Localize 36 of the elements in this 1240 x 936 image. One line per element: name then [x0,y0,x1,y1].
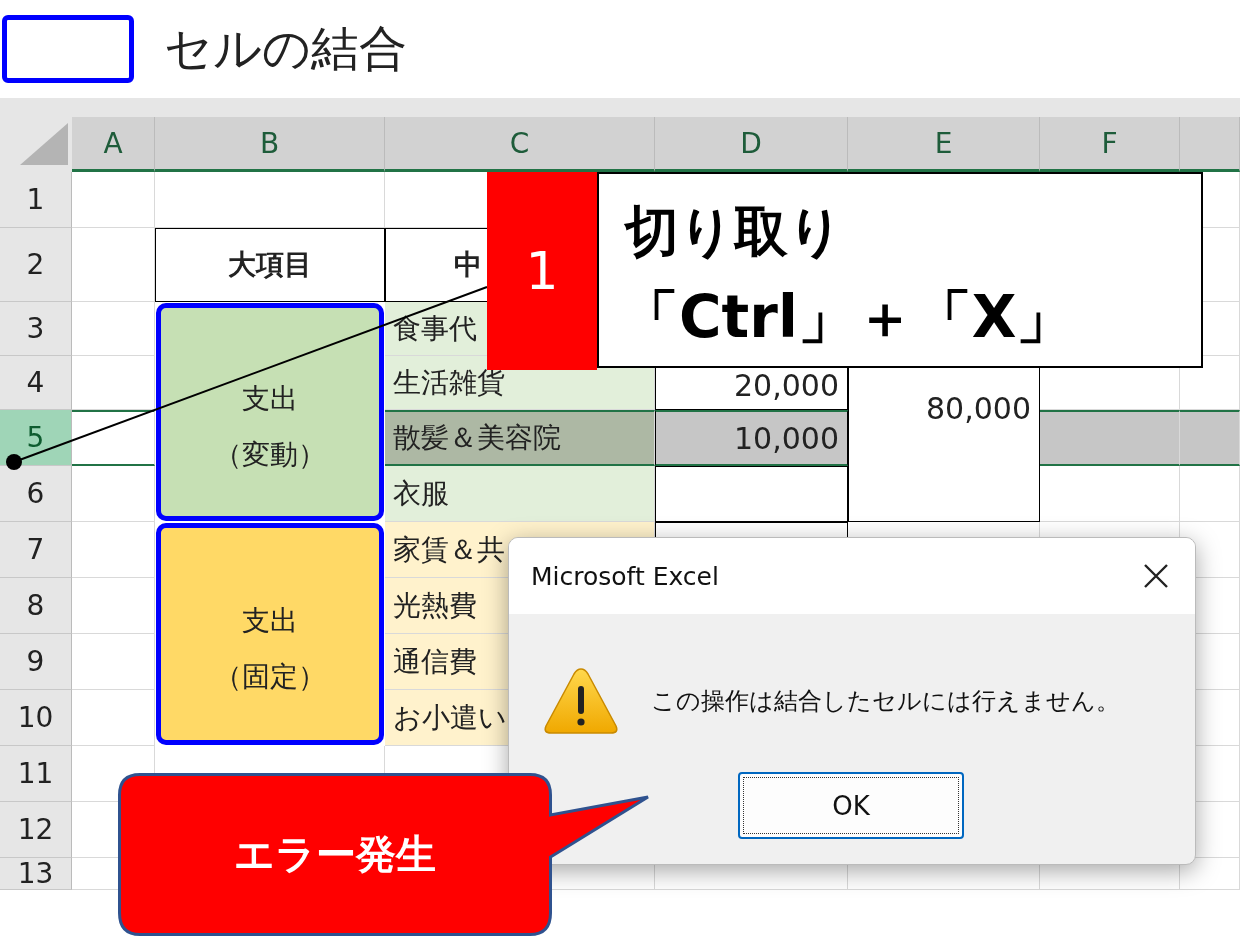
row-header[interactable]: 10 [0,690,72,746]
row-header[interactable]: 8 [0,578,72,634]
row-header[interactable]: 1 [0,172,72,228]
close-icon[interactable] [1143,563,1169,589]
column-header[interactable]: F [1040,117,1180,172]
step-number: 1 [487,172,597,370]
column-header[interactable]: C [385,117,655,172]
row-header[interactable]: 7 [0,522,72,578]
merged-cell-text: 支出 [242,603,298,639]
table-header-cell: 大項目 [155,228,385,302]
table-cell: 散髪＆美容院 [385,410,655,466]
merged-cell-text: （変動） [214,437,326,473]
row-header[interactable]: 3 [0,302,72,356]
row-header[interactable]: 11 [0,746,72,802]
column-header[interactable]: A [72,117,155,172]
column-header[interactable]: E [848,117,1040,172]
sheet-cell [1180,466,1240,522]
bubble-text: エラー発生 [234,830,436,879]
row-header[interactable]: 4 [0,356,72,410]
column-header[interactable]: D [655,117,848,172]
row-header[interactable]: 12 [0,802,72,858]
row-header[interactable]: 5 [0,410,72,466]
ok-button[interactable]: OK [738,772,964,839]
sheet-cell [1180,410,1240,466]
column-header[interactable]: B [155,117,385,172]
warning-icon [543,666,619,736]
row-header[interactable]: 6 [0,466,72,522]
table-cell: 衣服 [385,466,655,522]
merged-cell-text: （固定） [214,659,326,695]
legend-label: セルの結合 [164,19,407,78]
merged-cell-text: 支出 [242,381,298,417]
row-header[interactable]: 9 [0,634,72,690]
row-header[interactable]: 2 [0,228,72,302]
column-header[interactable] [1180,117,1240,172]
row-header[interactable]: 13 [0,858,72,890]
table-cell: 10,000 [655,410,848,466]
